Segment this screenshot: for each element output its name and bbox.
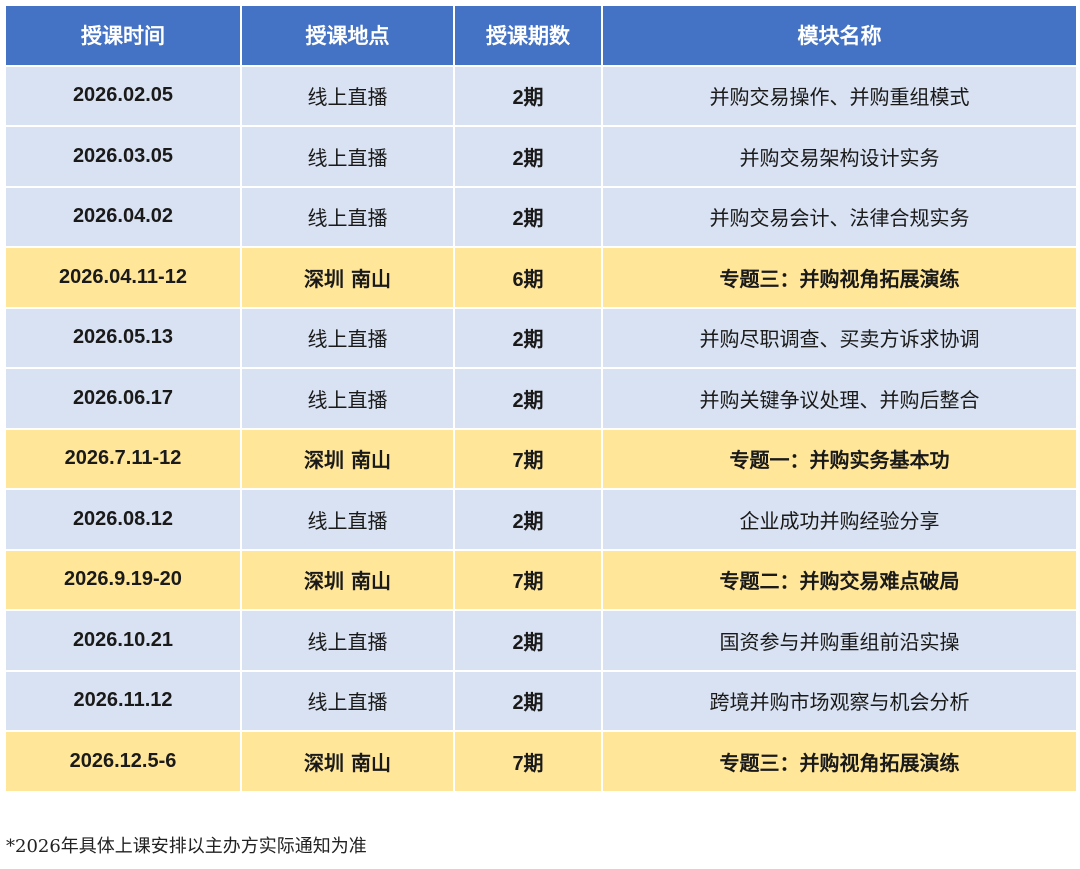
table-row: 2026.08.12 线上直播 2期 企业成功并购经验分享: [4, 488, 1078, 551]
cell-periods: 2期: [453, 488, 603, 551]
table-row: 2026.11.12 线上直播 2期 跨境并购市场观察与机会分析: [4, 669, 1078, 732]
cell-date: 2026.06.17: [4, 367, 242, 430]
cell-periods: 7期: [453, 730, 603, 793]
table-row: 2026.03.05 线上直播 2期 并购交易架构设计实务: [4, 125, 1078, 188]
cell-periods: 2期: [453, 669, 603, 732]
header-location: 授课地点: [240, 4, 455, 67]
cell-date: 2026.9.19-20: [4, 548, 242, 611]
table-row: 2026.05.13 线上直播 2期 并购尽职调查、买卖方诉求协调: [4, 306, 1078, 369]
cell-date: 2026.11.12: [4, 669, 242, 732]
table-row: 2026.7.11-12 深圳 南山 7期 专题一：并购实务基本功: [4, 427, 1078, 490]
table-header-row: 授课时间 授课地点 授课期数 模块名称: [4, 4, 1078, 67]
cell-date: 2026.10.21: [4, 609, 242, 672]
cell-periods: 6期: [453, 246, 603, 309]
cell-module: 并购交易会计、法律合规实务: [601, 185, 1078, 248]
cell-module: 专题二：并购交易难点破局: [601, 548, 1078, 611]
cell-date: 2026.08.12: [4, 488, 242, 551]
cell-location: 线上直播: [240, 488, 455, 551]
cell-date: 2026.03.05: [4, 125, 242, 188]
cell-module: 跨境并购市场观察与机会分析: [601, 669, 1078, 732]
cell-date: 2026.05.13: [4, 306, 242, 369]
cell-module: 并购交易操作、并购重组模式: [601, 64, 1078, 127]
cell-module: 专题一：并购实务基本功: [601, 427, 1078, 490]
cell-location: 线上直播: [240, 306, 455, 369]
cell-module: 并购关键争议处理、并购后整合: [601, 367, 1078, 430]
cell-date: 2026.02.05: [4, 64, 242, 127]
cell-module: 专题三：并购视角拓展演练: [601, 730, 1078, 793]
cell-periods: 2期: [453, 185, 603, 248]
cell-location: 线上直播: [240, 609, 455, 672]
cell-periods: 7期: [453, 427, 603, 490]
cell-periods: 2期: [453, 367, 603, 430]
cell-date: 2026.7.11-12: [4, 427, 242, 490]
header-module: 模块名称: [601, 4, 1078, 67]
cell-periods: 2期: [453, 306, 603, 369]
cell-location: 深圳 南山: [240, 730, 455, 793]
header-date: 授课时间: [4, 4, 242, 67]
cell-location: 深圳 南山: [240, 427, 455, 490]
cell-periods: 2期: [453, 64, 603, 127]
table-row: 2026.10.21 线上直播 2期 国资参与并购重组前沿实操: [4, 609, 1078, 672]
cell-periods: 2期: [453, 609, 603, 672]
cell-date: 2026.04.02: [4, 185, 242, 248]
cell-location: 线上直播: [240, 185, 455, 248]
cell-module: 并购交易架构设计实务: [601, 125, 1078, 188]
cell-module: 国资参与并购重组前沿实操: [601, 609, 1078, 672]
table-row: 2026.9.19-20 深圳 南山 7期 专题二：并购交易难点破局: [4, 548, 1078, 611]
cell-location: 线上直播: [240, 125, 455, 188]
cell-location: 线上直播: [240, 669, 455, 732]
cell-location: 线上直播: [240, 367, 455, 430]
footnote: *2026年具体上课安排以主办方实际通知为准: [6, 836, 367, 857]
cell-module: 专题三：并购视角拓展演练: [601, 246, 1078, 309]
table-row: 2026.02.05 线上直播 2期 并购交易操作、并购重组模式: [4, 64, 1078, 127]
cell-module: 企业成功并购经验分享: [601, 488, 1078, 551]
cell-periods: 2期: [453, 125, 603, 188]
cell-module: 并购尽职调查、买卖方诉求协调: [601, 306, 1078, 369]
cell-location: 深圳 南山: [240, 246, 455, 309]
header-periods: 授课期数: [453, 4, 603, 67]
table-row: 2026.12.5-6 深圳 南山 7期 专题三：并购视角拓展演练: [4, 730, 1078, 793]
cell-date: 2026.04.11-12: [4, 246, 242, 309]
cell-periods: 7期: [453, 548, 603, 611]
table-row: 2026.06.17 线上直播 2期 并购关键争议处理、并购后整合: [4, 367, 1078, 430]
cell-location: 深圳 南山: [240, 548, 455, 611]
course-schedule-table: 授课时间 授课地点 授课期数 模块名称 2026.02.05 线上直播 2期 并…: [4, 4, 1078, 793]
table-row: 2026.04.02 线上直播 2期 并购交易会计、法律合规实务: [4, 185, 1078, 248]
cell-location: 线上直播: [240, 64, 455, 127]
cell-date: 2026.12.5-6: [4, 730, 242, 793]
table-row: 2026.04.11-12 深圳 南山 6期 专题三：并购视角拓展演练: [4, 246, 1078, 309]
